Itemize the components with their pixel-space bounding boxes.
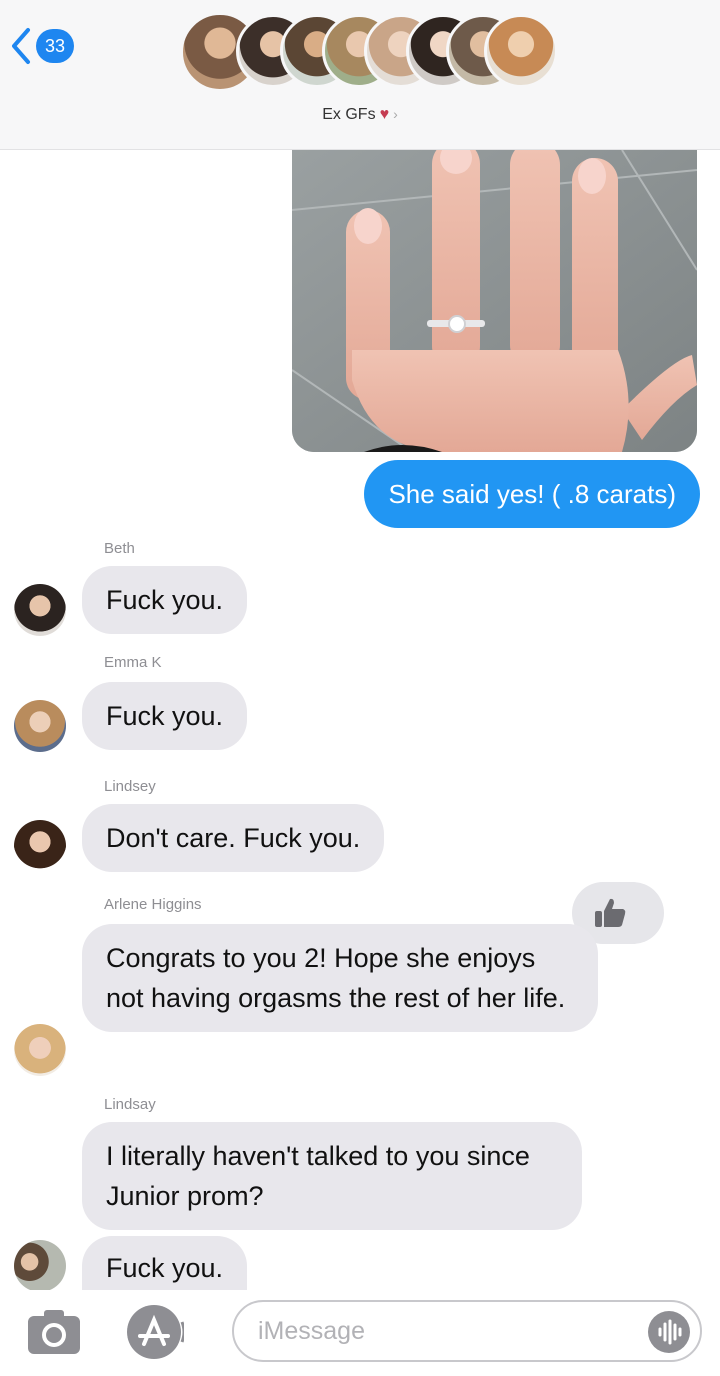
app-store-icon[interactable] bbox=[124, 1302, 184, 1362]
unread-count-badge: 33 bbox=[36, 29, 74, 63]
audio-waveform-icon[interactable] bbox=[648, 1311, 690, 1353]
camera-icon[interactable] bbox=[26, 1306, 82, 1358]
received-message-bubble[interactable]: Don't care. Fuck you. bbox=[82, 804, 385, 872]
received-message-bubble[interactable]: Fuck you. bbox=[82, 566, 248, 634]
avatar bbox=[484, 14, 558, 88]
message-input[interactable] bbox=[258, 1302, 638, 1360]
thumbs-up-icon bbox=[595, 898, 626, 927]
message-text: Fuck you. bbox=[106, 1253, 224, 1283]
avatar bbox=[14, 700, 66, 752]
sender-name: Beth bbox=[104, 540, 135, 557]
sender-name: Lindsay bbox=[104, 1096, 156, 1113]
message-text: Fuck you. bbox=[106, 585, 224, 615]
group-name-label: Ex GFs bbox=[322, 106, 376, 123]
message-text: I literally haven't talked to you since … bbox=[106, 1141, 530, 1211]
sender-name: Emma K bbox=[104, 654, 162, 671]
avatar bbox=[14, 820, 66, 872]
avatar bbox=[14, 1240, 66, 1292]
back-button[interactable]: 33 bbox=[10, 26, 74, 66]
group-avatars[interactable] bbox=[180, 12, 560, 94]
broken-heart-icon: ♥ bbox=[379, 106, 390, 123]
sender-name: Lindsey bbox=[104, 778, 156, 795]
message-field[interactable] bbox=[232, 1300, 702, 1362]
ring-photo[interactable] bbox=[292, 150, 697, 452]
message-text: Don't care. Fuck you. bbox=[106, 823, 361, 853]
chevron-right-icon: › bbox=[393, 106, 398, 122]
sent-message-bubble[interactable]: She said yes! ( .8 carats) bbox=[364, 460, 700, 528]
message-text: Congrats to you 2! Hope she enjoys not h… bbox=[106, 943, 566, 1013]
received-message-bubble[interactable]: Congrats to you 2! Hope she enjoys not h… bbox=[82, 924, 598, 1032]
received-message-bubble[interactable]: I literally haven't talked to you since … bbox=[82, 1122, 582, 1230]
message-composer bbox=[0, 1290, 720, 1376]
avatar bbox=[14, 1024, 66, 1076]
message-text: Fuck you. bbox=[106, 701, 224, 731]
hand-image bbox=[292, 150, 697, 452]
group-name[interactable]: Ex GFs ♥ › bbox=[0, 106, 720, 124]
received-message-bubble[interactable]: Fuck you. bbox=[82, 682, 248, 750]
sender-name: Arlene Higgins bbox=[104, 896, 202, 913]
avatar bbox=[14, 584, 66, 636]
received-message-bubble[interactable]: Fuck you. bbox=[82, 1236, 248, 1294]
conversation-header: 33 Ex GFs ♥ › bbox=[0, 0, 720, 150]
chevron-left-icon bbox=[12, 28, 30, 64]
